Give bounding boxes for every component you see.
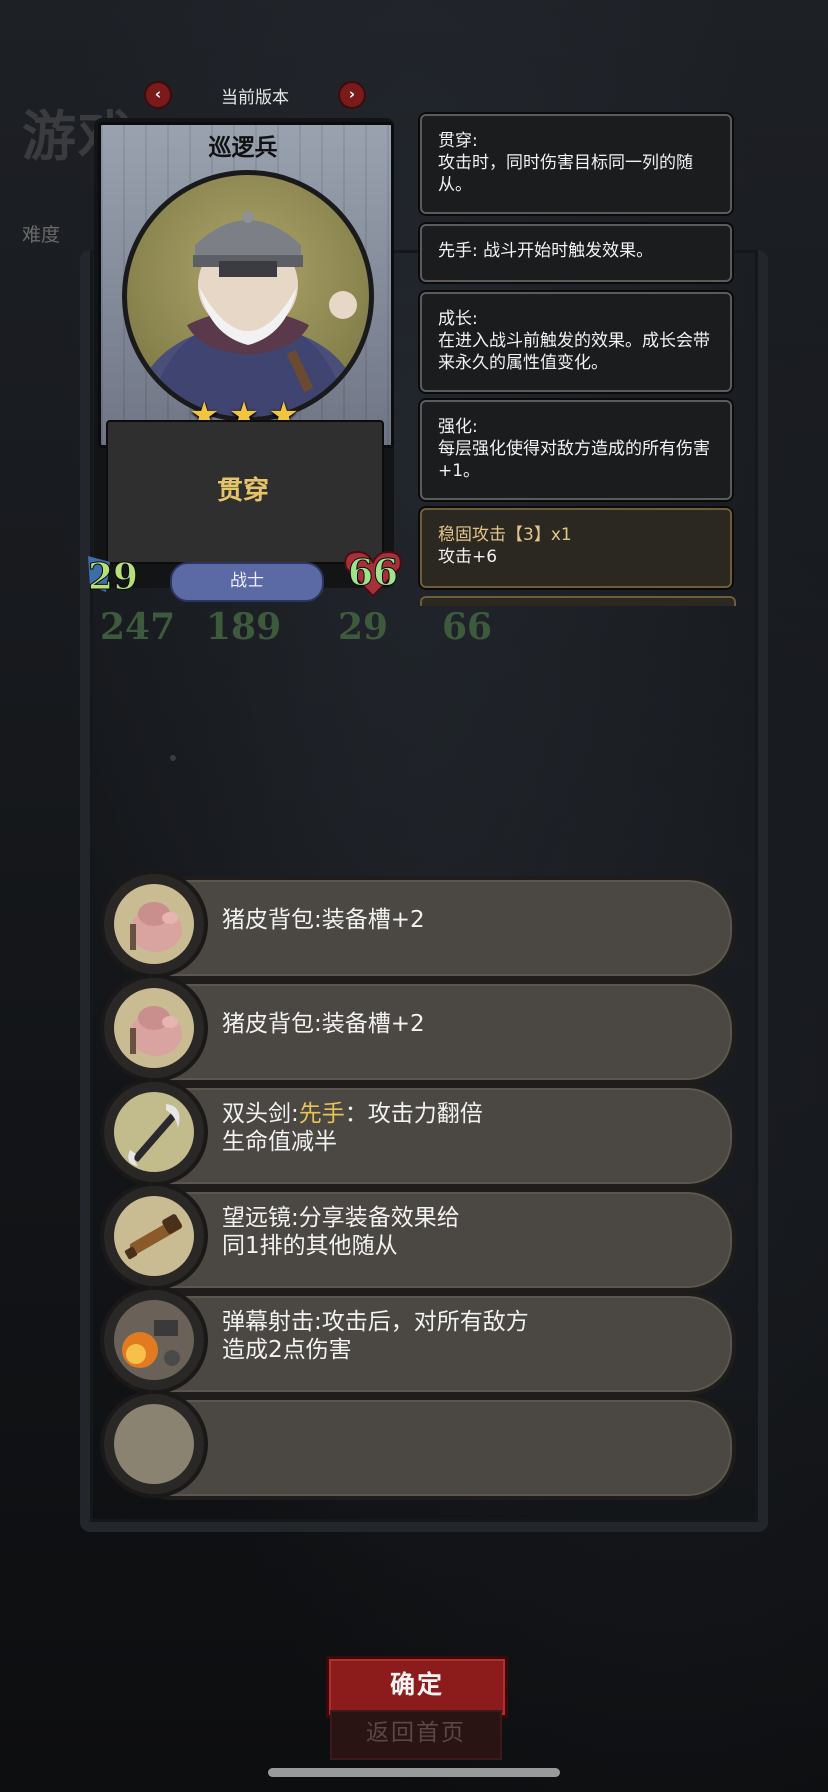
keyword-title: 成长: — [438, 309, 478, 329]
unit-name: 巡逻兵 — [208, 135, 278, 161]
item-effect: 装备槽+2 — [321, 907, 425, 933]
item-icon-frame — [100, 1390, 208, 1498]
item-icon-frame — [100, 974, 208, 1082]
item-separator: : — [291, 1101, 299, 1127]
keyword-desc: 在进入战斗前触发的效果。成长会带来永久的属性值变化。 — [438, 331, 710, 373]
item-separator: : — [291, 1205, 299, 1231]
item-effect: ：攻击力翻倍 — [344, 1101, 483, 1127]
pig-backpack-icon — [130, 902, 182, 952]
item-icon-frame — [100, 1182, 208, 1290]
buff-title: 稳固攻击【3】x1 — [438, 525, 572, 545]
keyword-title: 强化: — [438, 417, 478, 437]
item-keyword: 先手 — [298, 1101, 345, 1127]
keyword-title: 贯穿: — [438, 131, 478, 151]
pig-backpack-icon — [130, 1006, 182, 1056]
unit-portrait — [122, 170, 374, 422]
home-indicator[interactable] — [268, 1768, 560, 1777]
item-text: 弹幕射击:攻击后，对所有敌方 造成2点伤害 — [222, 1286, 529, 1386]
item-separator: : — [314, 1011, 322, 1037]
item-row-double-sword[interactable]: 双头剑:先手：攻击力翻倍 生命值减半 — [100, 1078, 736, 1188]
item-text: 望远镜:分享装备效果给 同1排的其他随从 — [222, 1182, 460, 1282]
keyword-desc: 战斗开始时触发效果。 — [483, 241, 654, 261]
item-effect-line2: 同1排的其他随从 — [222, 1233, 398, 1259]
return-home-button[interactable]: 返回首页 — [330, 1710, 502, 1760]
item-name: 望远镜 — [222, 1205, 291, 1231]
confirm-button[interactable]: 确定 — [326, 1656, 508, 1718]
item-text: 双头剑:先手：攻击力翻倍 生命值减半 — [222, 1078, 483, 1178]
item-row-bar — [124, 1396, 736, 1500]
guard-portrait-icon — [138, 211, 358, 417]
keyword-box-first-strike: 先手: 战斗开始时触发效果。 — [420, 224, 732, 282]
keyword-box-pierce: 贯穿: 攻击时，同时伤害目标同一列的随从。 — [420, 114, 732, 214]
item-row-pig-backpack[interactable]: 猪皮背包:装备槽+2 — [100, 974, 736, 1084]
item-effect: 分享装备效果给 — [298, 1205, 460, 1231]
item-name: 猪皮背包 — [222, 1011, 314, 1037]
item-row-pig-backpack[interactable]: 猪皮背包:装备槽+2 — [100, 870, 736, 980]
attack-value: 29 — [87, 556, 139, 599]
item-icon-frame — [100, 1286, 208, 1394]
barrage-icon — [122, 1320, 180, 1368]
item-separator: : — [314, 907, 322, 933]
item-icon-frame — [100, 870, 208, 978]
item-separator: : — [314, 1309, 322, 1335]
buff-desc: 攻击+6 — [438, 547, 498, 567]
item-row-bar — [124, 876, 736, 980]
next-version-button[interactable]: › — [338, 81, 366, 109]
keyword-desc: 攻击时，同时伤害目标同一列的随从。 — [438, 153, 693, 195]
item-list[interactable]: 猪皮背包:装备槽+2 猪皮背包:装备槽+2 双头剑:先手：攻击力翻倍 生命值减半… — [94, 870, 744, 1510]
prev-version-button[interactable]: ‹ — [144, 81, 172, 109]
item-name: 弹幕射击 — [222, 1309, 314, 1335]
keyword-box-empower: 强化: 每层强化使得对敌方造成的所有伤害+1。 — [420, 400, 732, 500]
keyword-title: 先手: — [438, 241, 478, 261]
keyword-box-growth: 成长: 在进入战斗前触发的效果。成长会带来永久的属性值变化。 — [420, 292, 732, 392]
telescope-icon — [124, 1214, 183, 1260]
unit-card: 巡逻兵 ★ ★ ★ 贯穿 29 战士 66 — [84, 118, 404, 602]
item-name: 双头剑 — [222, 1101, 291, 1127]
unit-skill-name: 贯穿 — [216, 476, 269, 506]
health-stat: 66 — [342, 548, 404, 598]
background-difficulty-label: 难度 — [22, 224, 61, 246]
item-row-telescope[interactable]: 望远镜:分享装备效果给 同1排的其他随从 — [100, 1182, 736, 1292]
item-text: 猪皮背包:装备槽+2 — [222, 870, 425, 970]
item-row-partial[interactable] — [100, 1390, 736, 1500]
item-name: 猪皮背包 — [222, 907, 314, 933]
version-nav: ‹ 当前版本 › — [144, 80, 366, 110]
version-label: 当前版本 — [221, 87, 289, 108]
item-icon-frame — [100, 1078, 208, 1186]
health-value: 66 — [347, 552, 399, 595]
item-row-bar — [124, 980, 736, 1084]
unit-class-badge: 战士 — [170, 562, 324, 602]
attack-stat: 29 — [84, 552, 142, 599]
buff-box-steady-attack: 稳固攻击【3】x1 攻击+6 — [420, 508, 732, 588]
item-effect: 装备槽+2 — [321, 1011, 425, 1037]
item-effect: 攻击后，对所有敌方 — [321, 1309, 529, 1335]
item-effect-line2: 生命值减半 — [222, 1129, 337, 1155]
keyword-desc: 每层强化使得对敌方造成的所有伤害+1。 — [438, 439, 710, 481]
item-row-barrage[interactable]: 弹幕射击:攻击后，对所有敌方 造成2点伤害 — [100, 1286, 736, 1396]
item-text: 猪皮背包:装备槽+2 — [222, 974, 425, 1074]
item-effect-line2: 造成2点伤害 — [222, 1337, 352, 1363]
buff-box-next-partial — [420, 596, 736, 606]
background-particle — [170, 755, 176, 761]
double-sword-icon — [128, 1104, 180, 1166]
